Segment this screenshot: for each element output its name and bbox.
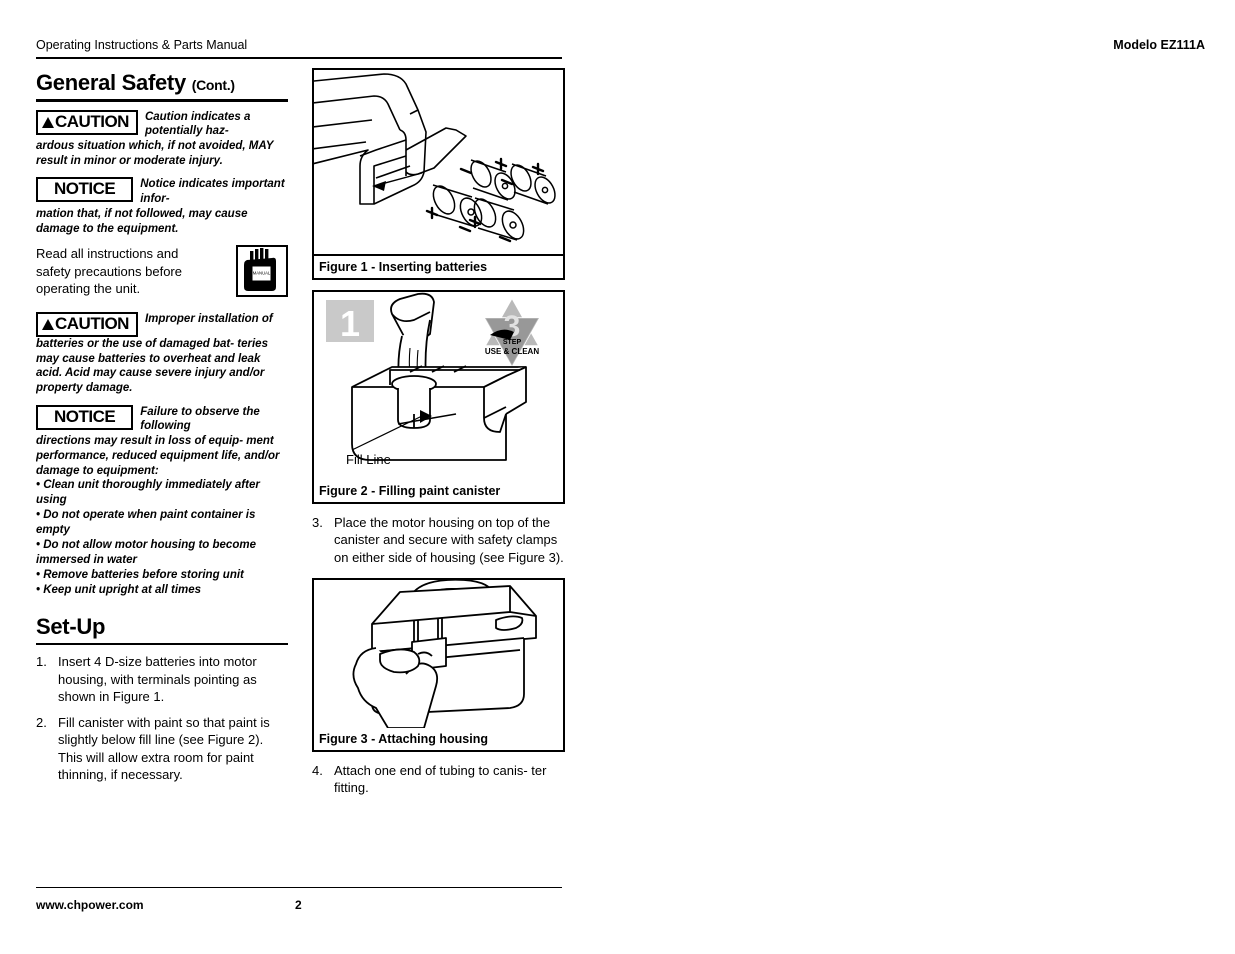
figure-1-artwork <box>314 70 563 254</box>
footer-divider-left <box>36 886 562 888</box>
notice-alert-2: NOTICE Failure to observe the following … <box>36 404 288 598</box>
mid-steps-list-1: 3. Place the motor housing on top of the… <box>312 514 565 566</box>
caution-alert-2: CAUTION Improper installation of batteri… <box>36 311 288 396</box>
caution-body-1: ardous situation which, if not avoided, … <box>36 139 274 167</box>
notice-label-1: NOTICE <box>54 179 116 199</box>
step-text: Insert 4 D-size batteries into motor hou… <box>58 654 257 704</box>
figure-3-artwork <box>314 579 563 728</box>
caution-body-2: batteries or the use of damaged bat- ter… <box>36 337 268 395</box>
caution-label-2: CAUTION <box>42 314 129 333</box>
caution-label-box-2: CAUTION <box>36 311 138 337</box>
read-instructions-text: Read all instructions and safety precaut… <box>36 246 182 297</box>
three-step-logo: 3 STEP USE & CLEAN <box>483 296 541 368</box>
notice-body-1: mation that, if not followed, may cause … <box>36 207 248 235</box>
step-number: 3. <box>312 515 323 530</box>
warning-triangle-icon <box>42 116 54 128</box>
figure-2-artwork: 1 3 STEP USE & CLEAN Fill Line <box>314 292 563 480</box>
figure-3-box: Figure 3 - Attaching housing <box>312 577 565 752</box>
left-column: General Safety (Cont.) CAUTION Caution i… <box>36 70 288 792</box>
step-text: Place the motor housing on top of the ca… <box>334 515 564 565</box>
figure-2-caption: Figure 2 - Filling paint canister <box>319 484 501 498</box>
left-page-header: Operating Instructions & Parts Manual <box>36 38 248 52</box>
footer-page-number-left: 2 <box>295 898 302 912</box>
list-item: 1. Insert 4 D-size batteries into motor … <box>36 653 288 705</box>
figure-1-box: Figure 1 - Inserting batteries <box>312 68 565 280</box>
step-text: Fill canister with paint so that paint i… <box>58 715 270 783</box>
figure-2-box: 1 3 STEP USE & CLEAN Fill Line Figure 2 … <box>312 290 565 504</box>
caution-label-1: CAUTION <box>42 112 129 131</box>
header-divider-left <box>36 57 562 59</box>
middle-column: Figure 1 - Inserting batteries 1 3 STEP … <box>312 68 565 805</box>
right-page-header: Modelo EZ111A <box>1113 38 1205 52</box>
bullet-item: • Do not allow motor housing to become i… <box>36 539 256 567</box>
step-text: Attach one end of tubing to canis- ter f… <box>334 762 547 796</box>
attaching-housing-svg <box>352 579 537 728</box>
svg-text:MANUAL: MANUAL <box>253 271 271 276</box>
setup-title-rule <box>36 642 288 646</box>
page-title: General Safety (Cont.) <box>36 70 288 96</box>
notice-label-box-1: NOTICE <box>36 177 134 203</box>
bullet-item: • Clean unit thoroughly immediately afte… <box>36 479 260 507</box>
caution-label-box-1: CAUTION <box>36 109 138 135</box>
setup-title: Set-Up <box>36 613 106 639</box>
list-item: 3. Place the motor housing on top of the… <box>312 514 565 566</box>
step-number: 2. <box>36 715 47 731</box>
manual-glove-icon: MANUAL <box>236 245 288 298</box>
section-title-cont: (Cont.) <box>191 77 235 93</box>
figure-3-caption: Figure 3 - Attaching housing <box>319 731 488 746</box>
inserting-batteries-svg <box>314 73 556 243</box>
notice-body-2: directions may result in loss of equip- … <box>36 435 280 477</box>
section-title-rule <box>36 99 288 102</box>
footer-website[interactable]: www.chpower.com <box>36 898 144 912</box>
glove-manual-svg: MANUAL <box>238 247 286 296</box>
caution-alert-1: CAUTION Caution indicates a potentially … <box>36 109 288 169</box>
list-item: 2. Fill canister with paint so that pain… <box>36 714 288 783</box>
left-page: Operating Instructions & Parts Manual Ge… <box>0 0 600 954</box>
section-title-text: General Safety <box>36 70 186 95</box>
bullet-item: • Keep unit upright at all times <box>36 583 202 596</box>
step-number: 1. <box>36 654 47 670</box>
read-instructions-block: Read all instructions and safety precaut… <box>36 245 288 298</box>
svg-text:USE & CLEAN: USE & CLEAN <box>485 347 539 356</box>
svg-text:1: 1 <box>340 303 360 344</box>
warning-triangle-icon-2 <box>42 318 54 330</box>
filling-paint-canister-svg: 1 3 STEP USE & CLEAN Fill Line <box>326 292 541 467</box>
setup-steps-list: 1. Insert 4 D-size batteries into motor … <box>36 653 288 783</box>
fill-line-label: Fill Line <box>346 452 391 467</box>
list-item: 4. Attach one end of tubing to canis- te… <box>312 762 565 797</box>
notice-alert-1: NOTICE Notice indicates important infor-… <box>36 177 288 236</box>
figure-1-caption: Figure 1 - Inserting batteries <box>314 254 563 278</box>
step-number: 4. <box>312 762 323 778</box>
svg-text:STEP: STEP <box>503 339 522 346</box>
notice-bullet-list: • Clean unit thoroughly immediately afte… <box>36 478 288 598</box>
mid-steps-list-2: 4. Attach one end of tubing to canis- te… <box>312 762 565 797</box>
notice-label-box-2: NOTICE <box>36 404 134 430</box>
notice-label-2: NOTICE <box>54 406 116 426</box>
right-page: Modelo EZ111A Para ordenar repuestos, sí… <box>635 0 1235 954</box>
bullet-item: • Do not operate when paint container is… <box>36 509 256 537</box>
bullet-item: • Remove batteries before storing unit <box>36 568 244 581</box>
